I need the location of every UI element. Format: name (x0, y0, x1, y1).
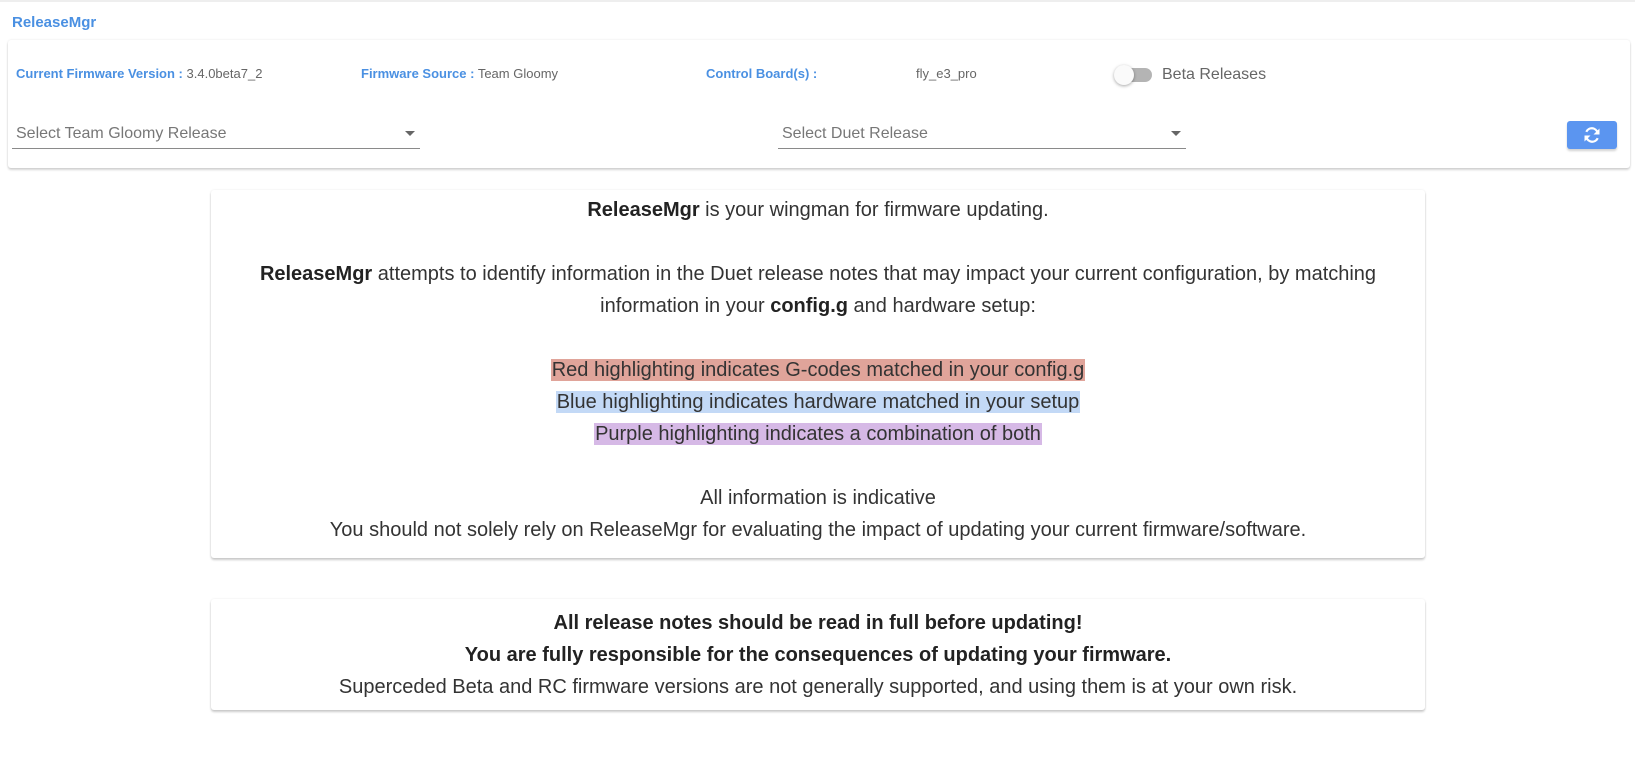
purple-highlight-text: Purple highlighting indicates a combinat… (594, 423, 1042, 445)
firmware-source-value: Team Gloomy (477, 66, 559, 81)
team-gloomy-release-select[interactable]: Select Team Gloomy Release (12, 116, 420, 149)
control-board-value: fly_e3_pro (916, 66, 977, 81)
legend-purple: Purple highlighting indicates a combinat… (211, 418, 1425, 450)
warning-line-2-text: You are fully responsible for the conseq… (464, 644, 1172, 666)
duet-release-placeholder: Select Duet Release (782, 125, 928, 142)
toggle-knob (1114, 65, 1134, 85)
chevron-down-icon (1171, 131, 1181, 136)
intro-line-2: ReleaseMgr attempts to identify informat… (211, 258, 1425, 322)
warning-line-1-text: All release notes should be read in full… (553, 612, 1083, 634)
duet-release-select[interactable]: Select Duet Release (778, 116, 1186, 149)
firmware-version-info: Current Firmware Version : 3.4.0beta7_2 (16, 66, 262, 81)
brand-name: ReleaseMgr (259, 263, 373, 285)
control-board-label: Control Board(s) : (706, 66, 818, 81)
intro-line-1-text: is your wingman for firmware updating. (699, 199, 1049, 221)
firmware-source-info: Firmware Source : Team Gloomy (361, 66, 558, 81)
firmware-version-label: Current Firmware Version : (16, 66, 183, 81)
firmware-version-value: 3.4.0beta7_2 (186, 66, 263, 81)
brand-name: ReleaseMgr (587, 199, 700, 221)
warning-line-2: You are fully responsible for the conseq… (211, 639, 1425, 671)
beta-releases-toggle[interactable]: Beta Releases (1114, 61, 1274, 85)
legend-blue: Blue highlighting indicates hardware mat… (211, 386, 1425, 418)
intro-card: ReleaseMgr is your wingman for firmware … (211, 190, 1425, 558)
firmware-source-label: Firmware Source : (361, 66, 475, 81)
legend-red: Red highlighting indicates G-codes match… (211, 354, 1425, 386)
warning-card: All release notes should be read in full… (211, 599, 1425, 710)
refresh-icon (1584, 127, 1600, 143)
control-board-info: Control Board(s) : (706, 66, 817, 81)
warning-line-3: Superceded Beta and RC firmware versions… (338, 676, 1298, 698)
disclaimer-note: You should not solely rely on ReleaseMgr… (329, 519, 1307, 541)
top-divider (0, 0, 1635, 2)
config-file-name: config.g (770, 295, 848, 317)
refresh-button[interactable] (1567, 121, 1617, 149)
team-gloomy-release-placeholder: Select Team Gloomy Release (16, 125, 227, 142)
indicative-note: All information is indicative (700, 487, 936, 509)
controls-panel: Current Firmware Version : 3.4.0beta7_2 … (8, 40, 1630, 168)
red-highlight-text: Red highlighting indicates G-codes match… (550, 359, 1086, 381)
app-title: ReleaseMgr (12, 14, 97, 31)
intro-line-2-end: and hardware setup: (847, 295, 1036, 317)
blue-highlight-text: Blue highlighting indicates hardware mat… (555, 391, 1081, 413)
intro-line-1: ReleaseMgr is your wingman for firmware … (211, 194, 1425, 226)
warning-line-1: All release notes should be read in full… (211, 607, 1425, 639)
beta-releases-label: Beta Releases (1162, 66, 1267, 83)
chevron-down-icon (405, 131, 415, 136)
